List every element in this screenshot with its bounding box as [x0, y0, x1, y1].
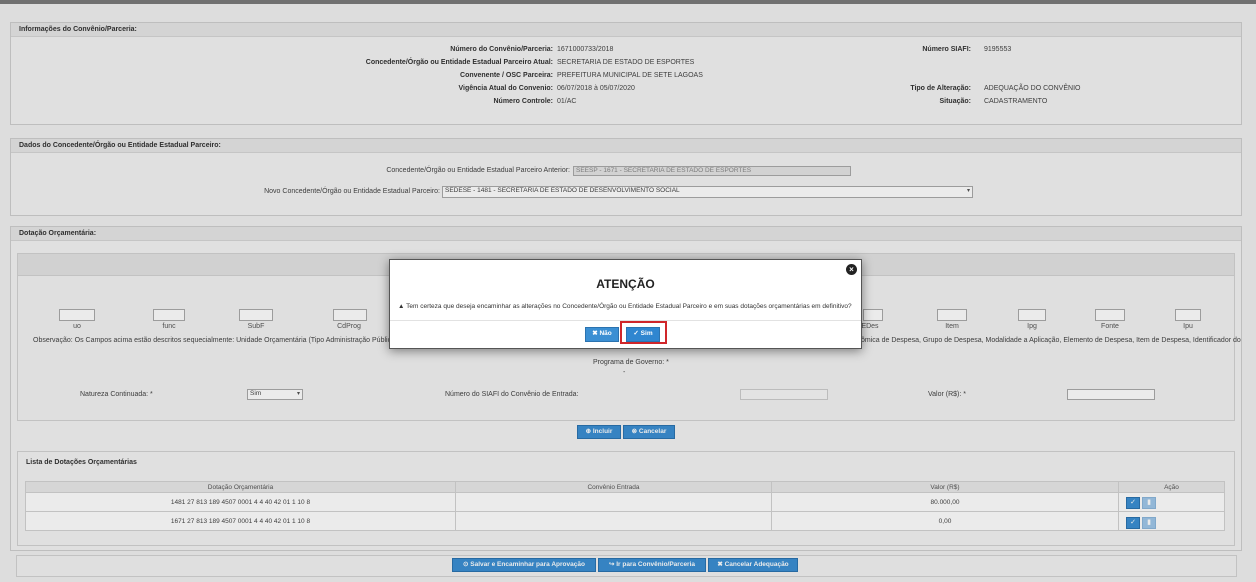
nao-button[interactable]: ✖ Não: [585, 327, 619, 342]
warning-icon: ▲: [398, 303, 405, 310]
x-icon: ✖: [592, 330, 598, 337]
close-icon[interactable]: ×: [846, 264, 857, 275]
nao-label: Não: [599, 330, 612, 337]
sim-button-highlight: [620, 321, 667, 344]
dialog-title: ATENÇÃO: [596, 277, 655, 291]
dialog-message: ▲ Tem certeza que deseja encaminhar as a…: [398, 303, 852, 310]
dialog-message-text: Tem certeza que deseja encaminhar as alt…: [406, 303, 852, 310]
